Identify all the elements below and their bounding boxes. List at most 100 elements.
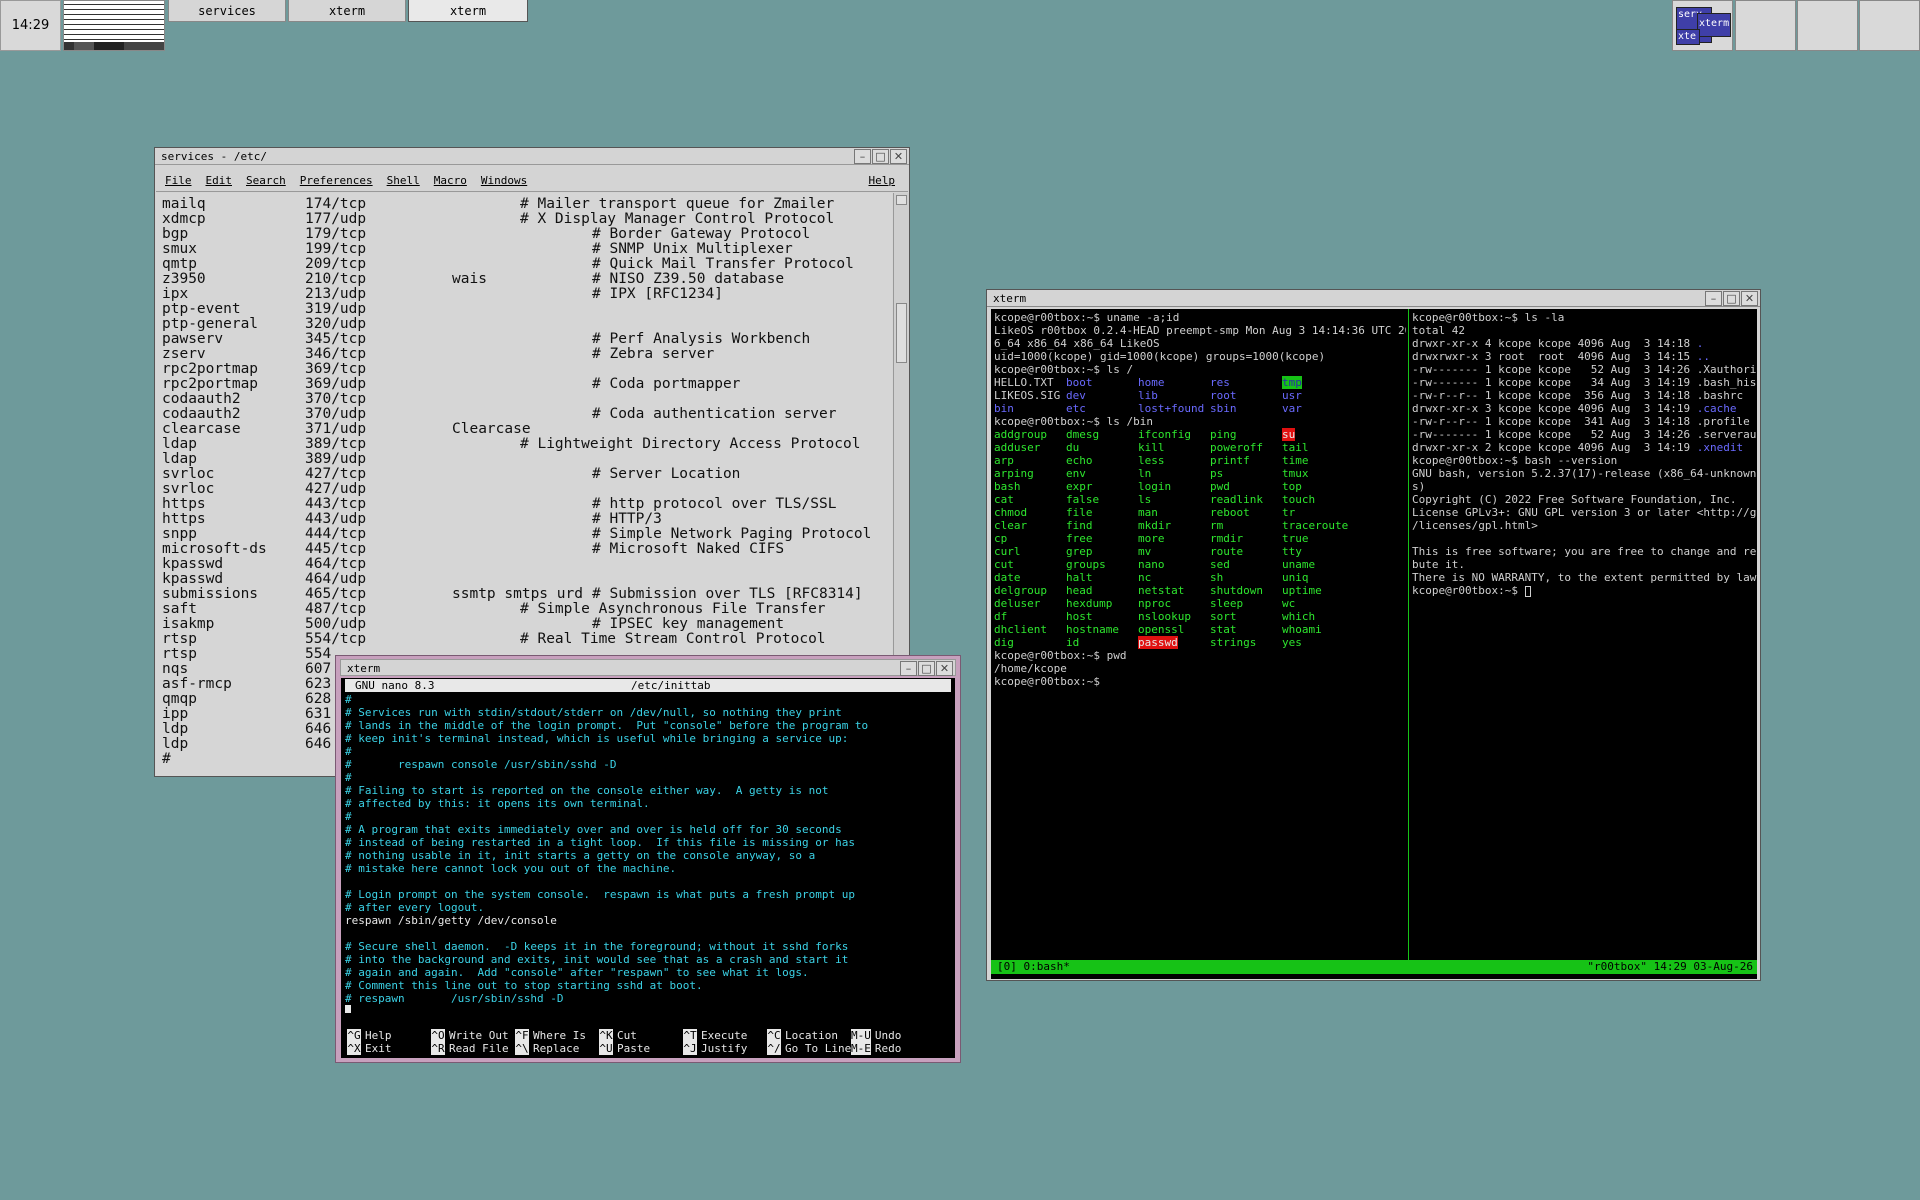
service-port: 631 xyxy=(305,706,332,722)
ls-la-perms: drwxr-xr-x 3 kcope kcope 4096 Aug 3 14:1… xyxy=(1412,402,1697,415)
shortcut-key: ^C xyxy=(767,1029,781,1042)
clock: 14:29 xyxy=(0,0,61,51)
close-icon[interactable]: ✕ xyxy=(1741,291,1758,306)
service-name: asf-rmcp xyxy=(162,676,232,692)
pager-desktop-2[interactable] xyxy=(1735,0,1796,51)
maximize-icon[interactable]: □ xyxy=(872,149,889,164)
nano-shortcut[interactable]: ^J Justify xyxy=(683,1042,747,1055)
service-row: svrloc 427/tcp # Server Location xyxy=(156,467,892,482)
service-comment: # Microsoft Naked CIFS xyxy=(592,541,785,557)
ls-entry: lib xyxy=(1138,389,1158,402)
scroll-up-icon[interactable] xyxy=(896,195,907,205)
nano-line: # respawn console /usr/sbin/sshd -D xyxy=(345,758,617,771)
shortcut-key: ^O xyxy=(431,1029,445,1042)
close-icon[interactable]: ✕ xyxy=(890,149,907,164)
menu-macro[interactable]: Macro xyxy=(434,174,467,187)
ls-entry: nc xyxy=(1138,571,1152,584)
shortcut-key: ^G xyxy=(347,1029,361,1042)
tmux-pane-right[interactable]: kcope@r00tbox:~$ ls -la total 42 drwxr-xr-… xyxy=(1412,311,1757,955)
nano-shortcut[interactable]: M-U Undo xyxy=(851,1029,901,1042)
ls-entry: lost+found xyxy=(1138,402,1205,415)
maximize-icon[interactable]: □ xyxy=(1723,291,1740,306)
service-port: 464/udp xyxy=(305,571,367,587)
terminal-screen[interactable]: GNU nano 8.3 /etc/inittab # # Services ru… xyxy=(341,678,955,1058)
window-titlebar[interactable]: xterm – □ ✕ xyxy=(340,659,956,676)
minimize-icon[interactable]: – xyxy=(854,149,871,164)
tmux-pane-left[interactable]: kcope@r00tbox:~$ uname -a;id LikeOS r00tb… xyxy=(994,311,1406,955)
nano-shortcut[interactable]: ^U Paste xyxy=(599,1042,650,1055)
nano-shortcut[interactable]: ^G Help xyxy=(347,1029,392,1042)
ls-entry: echo xyxy=(1066,454,1093,467)
menu-help[interactable]: Help xyxy=(869,174,896,187)
ls-entry: res xyxy=(1210,376,1230,389)
nano-shortcut[interactable]: ^\ Replace xyxy=(515,1042,579,1055)
ls-entry: netstat xyxy=(1138,584,1185,597)
service-port: 370/udp xyxy=(305,406,367,422)
task-button-services[interactable]: services xyxy=(168,0,286,22)
service-name: svrloc xyxy=(162,481,215,497)
task-button-xterm-1[interactable]: xterm xyxy=(288,0,406,22)
service-row: ipx 213/udp # IPX [RFC1234] xyxy=(156,287,892,302)
service-comment: # Quick Mail Transfer Protocol xyxy=(592,256,854,272)
nano-line: # after every logout. xyxy=(345,901,485,914)
task-button-xterm-2[interactable]: xterm xyxy=(408,0,528,22)
minimize-icon[interactable]: – xyxy=(900,661,917,676)
service-name: ldp xyxy=(162,736,189,752)
service-name: codaauth2 xyxy=(162,406,241,422)
menu-preferences[interactable]: Preferences xyxy=(300,174,373,187)
xterm-nano-window[interactable]: xterm – □ ✕ GNU nano 8.3 /etc/inittab # #… xyxy=(335,655,961,1063)
tmux-status-left: [0] 0:bash* xyxy=(997,960,1070,973)
ls-entry: yes xyxy=(1282,636,1302,649)
menu-search[interactable]: Search xyxy=(246,174,286,187)
nano-line: # xyxy=(345,771,352,784)
window-titlebar[interactable]: services - /etc/ – □ ✕ xyxy=(155,148,909,165)
ls-la-perms: drwxr-xr-x 4 kcope kcope 4096 Aug 3 14:1… xyxy=(1412,337,1697,350)
nano-shortcut[interactable]: ^R Read File xyxy=(431,1042,509,1055)
menu-edit[interactable]: Edit xyxy=(206,174,233,187)
close-icon[interactable]: ✕ xyxy=(936,661,953,676)
menu-windows[interactable]: Windows xyxy=(481,174,527,187)
menu-file[interactable]: File xyxy=(165,174,192,187)
service-port: 444/tcp xyxy=(305,526,367,542)
ls-entry: man xyxy=(1138,506,1158,519)
ls-la-name: .Xauthority xyxy=(1696,363,1757,376)
ls-entry: deluser xyxy=(994,597,1041,610)
pager-desktop-3[interactable] xyxy=(1797,0,1858,51)
service-name: kpasswd xyxy=(162,556,224,572)
nano-shortcut[interactable]: ^O Write Out xyxy=(431,1029,509,1042)
nano-line: # instead of being restarted in a tight … xyxy=(345,836,855,849)
service-comment: # Zebra server xyxy=(592,346,715,362)
nano-shortcut[interactable]: ^F Where Is xyxy=(515,1029,586,1042)
nano-shortcut[interactable]: ^C Location xyxy=(767,1029,838,1042)
nano-shortcut[interactable]: ^K Cut xyxy=(599,1029,637,1042)
ls-entry: time xyxy=(1282,454,1309,467)
nano-shortcut[interactable]: ^X Exit xyxy=(347,1042,392,1055)
service-name: isakmp xyxy=(162,616,215,632)
shortcut-key: ^/ xyxy=(767,1042,781,1055)
minimize-icon[interactable]: – xyxy=(1705,291,1722,306)
window-titlebar[interactable]: xterm – □ ✕ xyxy=(987,290,1760,307)
xterm-tmux-window[interactable]: xterm – □ ✕ kcope@r00tbox:~$ uname -a;id… xyxy=(986,289,1761,981)
maximize-icon[interactable]: □ xyxy=(918,661,935,676)
ls-entry: stat xyxy=(1210,623,1237,636)
nano-shortcut[interactable]: M-E Redo xyxy=(851,1042,901,1055)
service-port: 427/tcp xyxy=(305,466,367,482)
pager-desktop-4[interactable] xyxy=(1859,0,1920,51)
nano-edit-area[interactable]: # # Services run with stdin/stdout/stderr… xyxy=(345,693,951,1013)
scroll-thumb[interactable] xyxy=(896,303,907,363)
nano-shortcut[interactable]: ^T Execute xyxy=(683,1029,747,1042)
service-row: ldap 389/tcp # Lightweight Directory Acces… xyxy=(156,437,892,452)
nano-line: # A program that exits immediately over … xyxy=(345,823,842,836)
ls-entry: ping xyxy=(1210,428,1237,441)
ls-entry: dig xyxy=(994,636,1014,649)
ls-entry: halt xyxy=(1066,571,1093,584)
pager-desktop-1[interactable]: serv xterm xte xyxy=(1672,0,1733,51)
terminal-line: kcope@r00tbox:~$ bash --version xyxy=(1412,454,1618,467)
nano-shortcut[interactable]: ^/ Go To Line xyxy=(767,1042,851,1055)
menu-shell[interactable]: Shell xyxy=(387,174,420,187)
terminal-screen[interactable]: kcope@r00tbox:~$ uname -a;id LikeOS r00tb… xyxy=(991,309,1757,979)
service-name: https xyxy=(162,511,206,527)
ls-entry: chmod xyxy=(994,506,1028,519)
ls-entry: printf xyxy=(1210,454,1250,467)
service-row: https 443/tcp # http protocol over TLS/SSL xyxy=(156,497,892,512)
